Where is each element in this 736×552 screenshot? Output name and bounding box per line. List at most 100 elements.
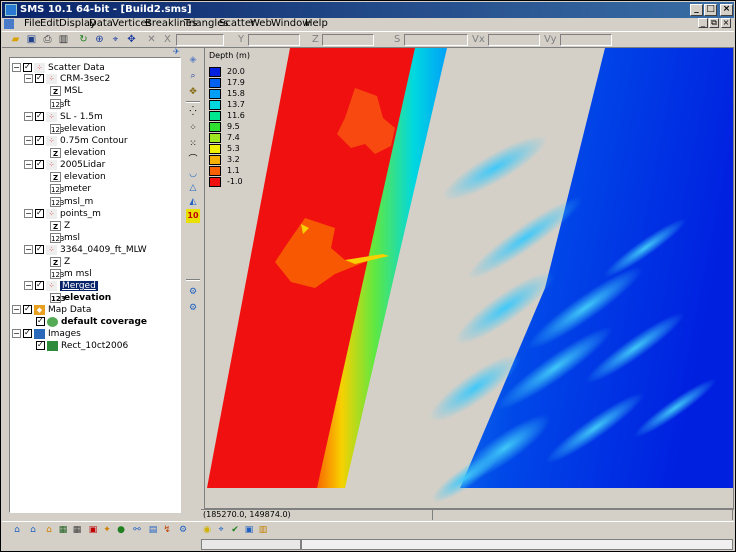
tree-item-m-msl[interactable]: 123m msl xyxy=(50,268,92,280)
visibility-checkbox[interactable] xyxy=(35,279,44,291)
visibility-checkbox[interactable] xyxy=(35,243,44,255)
visibility-checkbox[interactable] xyxy=(23,61,32,73)
tree-item-map-data[interactable]: − ◆Map Data xyxy=(12,303,91,316)
tree-item-z[interactable]: ZZ xyxy=(50,256,70,268)
collapse-icon[interactable]: − xyxy=(24,112,33,121)
gis-module-icon[interactable]: ● xyxy=(114,523,128,537)
tree-item-ft[interactable]: 123ft xyxy=(50,98,71,110)
tree-item-merged[interactable]: − ⁘Merged xyxy=(24,279,98,292)
contour-icon[interactable]: ◡ xyxy=(186,167,200,181)
maximize-button[interactable]: □ xyxy=(704,4,717,16)
title-bar[interactable]: SMS 10.1 64-bit - [Build2.sms] _ □ × xyxy=(2,2,734,18)
print-icon[interactable]: ⎙ xyxy=(40,33,55,47)
collapse-icon[interactable]: − xyxy=(24,209,33,218)
horizontal-scrollbar[interactable] xyxy=(201,539,301,550)
tree-item-z[interactable]: ZZ xyxy=(50,220,70,232)
menu-web[interactable]: Web xyxy=(250,18,272,30)
depth-map[interactable] xyxy=(205,48,734,509)
model-check-icon[interactable]: ✔ xyxy=(228,523,242,537)
cross-section-icon[interactable]: ⚙ xyxy=(176,523,190,537)
menu-edit[interactable]: Edit xyxy=(40,18,59,30)
tree-item-crm-3sec2[interactable]: − ⁘CRM-3sec2 xyxy=(24,72,110,85)
tree-item-elevation[interactable]: 123elevation xyxy=(50,123,106,135)
breakline-icon[interactable]: ⌒ xyxy=(186,153,200,167)
tree-item-default-coverage[interactable]: default coverage xyxy=(36,315,147,328)
mdi-minimize-button[interactable]: _ xyxy=(698,18,708,28)
cross-icon[interactable]: ✕ xyxy=(144,33,159,47)
zoom-icon[interactable]: ⊕ xyxy=(92,33,107,47)
contour-options-icon[interactable]: ⚙ xyxy=(186,301,200,315)
z-field[interactable] xyxy=(322,34,374,46)
model-control-icon[interactable]: ◉ xyxy=(200,523,214,537)
run-model-icon[interactable]: ⌖ xyxy=(214,523,228,537)
tree-item-elevation-active[interactable]: 123elevation xyxy=(50,292,111,304)
collapse-icon[interactable]: − xyxy=(24,136,33,145)
sms-app-icon[interactable] xyxy=(5,4,17,16)
tree-item-msl[interactable]: Z MSL xyxy=(50,85,83,97)
menu-data[interactable]: Data xyxy=(89,18,113,30)
tree-item-contour[interactable]: − ⁘0.75m Contour xyxy=(24,134,128,147)
select-tool-icon[interactable]: ◈ xyxy=(186,53,200,67)
visibility-checkbox[interactable] xyxy=(35,134,44,146)
quadtree-icon[interactable]: ▦ xyxy=(70,523,84,537)
annotation-module-icon[interactable]: ▤ xyxy=(146,523,160,537)
pin-icon[interactable]: ✈ xyxy=(173,47,181,56)
horizontal-scrollbar-track[interactable] xyxy=(301,539,733,550)
visibility-checkbox[interactable] xyxy=(35,207,44,219)
open-folder-icon[interactable]: ▰ xyxy=(8,33,23,47)
pan-icon[interactable]: ✥ xyxy=(124,33,139,47)
particle-module-icon[interactable]: ▣ xyxy=(86,523,100,537)
visibility-checkbox[interactable] xyxy=(36,339,45,351)
scatter-points-icon[interactable]: ⁙ xyxy=(186,137,200,151)
menu-file[interactable]: File xyxy=(24,18,41,30)
frame-icon[interactable]: ⌖ xyxy=(108,33,123,47)
tree-item-elevation[interactable]: Zelevation xyxy=(50,171,106,183)
network-module-icon[interactable]: ⚯ xyxy=(130,523,144,537)
s-field[interactable] xyxy=(404,34,468,46)
tree-item-points-m[interactable]: − ⁘points_m xyxy=(24,207,101,220)
visibility-checkbox[interactable] xyxy=(36,315,45,327)
tree-item-sl-1-5m[interactable]: − ⁘SL - 1.5m xyxy=(24,110,103,123)
close-button[interactable]: × xyxy=(720,4,733,16)
select-vertex-icon[interactable]: ⁛ xyxy=(186,105,200,119)
vx-field[interactable] xyxy=(488,34,540,46)
trash-icon[interactable]: ▥ xyxy=(56,33,71,47)
tree-item-meter[interactable]: 123meter xyxy=(50,183,91,195)
refresh-icon[interactable]: ↻ xyxy=(76,33,91,47)
document-icon[interactable] xyxy=(4,19,14,29)
display-options-icon[interactable]: ⚙ xyxy=(186,285,200,299)
visibility-checkbox[interactable] xyxy=(23,327,32,339)
triangle-icon[interactable]: △ xyxy=(186,181,200,195)
collapse-icon[interactable]: − xyxy=(24,160,33,169)
mesh-module-icon[interactable]: ⌂ xyxy=(10,523,24,537)
x-field[interactable] xyxy=(176,34,224,46)
collapse-icon[interactable]: − xyxy=(24,281,33,290)
tree-item-rect-image[interactable]: Rect_10ct2006 xyxy=(36,339,128,352)
collapse-icon[interactable]: − xyxy=(12,63,21,72)
graphics-window[interactable]: Depth (m) 20.0 17.9 15.8 13.7 11.6 9.5 7… xyxy=(204,47,734,509)
y-field[interactable] xyxy=(248,34,300,46)
create-vertex-icon[interactable]: ⁘ xyxy=(186,121,200,135)
save-icon[interactable]: ▣ xyxy=(24,33,39,47)
contour-label-icon[interactable]: 10 xyxy=(186,209,200,223)
tree-item-elevation[interactable]: Zelevation xyxy=(50,147,106,159)
minimize-button[interactable]: _ xyxy=(690,4,703,16)
menu-help[interactable]: Help xyxy=(305,18,328,30)
collapse-icon[interactable]: − xyxy=(24,74,33,83)
vy-field[interactable] xyxy=(560,34,612,46)
visibility-checkbox[interactable] xyxy=(35,72,44,84)
tree-item-2005lidar[interactable]: − ⁘2005Lidar xyxy=(24,158,105,171)
tree-item-3364-mlw[interactable]: − ⁘3364_0409_ft_MLW xyxy=(24,243,147,256)
save-simulation-icon[interactable]: ▣ xyxy=(242,523,256,537)
raster-module-icon[interactable]: ↯ xyxy=(160,523,174,537)
visibility-checkbox[interactable] xyxy=(35,158,44,170)
tree-item-msl[interactable]: 123msl xyxy=(50,232,80,244)
pan-tool-icon[interactable]: ✥ xyxy=(186,85,200,99)
visibility-checkbox[interactable] xyxy=(23,303,32,315)
cartesian-grid-icon[interactable]: ▦ xyxy=(56,523,70,537)
mdi-close-button[interactable]: × xyxy=(721,18,731,28)
grid-module-icon[interactable]: ⌂ xyxy=(26,523,40,537)
collapse-icon[interactable]: − xyxy=(12,329,21,338)
zoom-tool-icon[interactable]: ⌕ xyxy=(186,69,200,83)
visibility-checkbox[interactable] xyxy=(35,110,44,122)
